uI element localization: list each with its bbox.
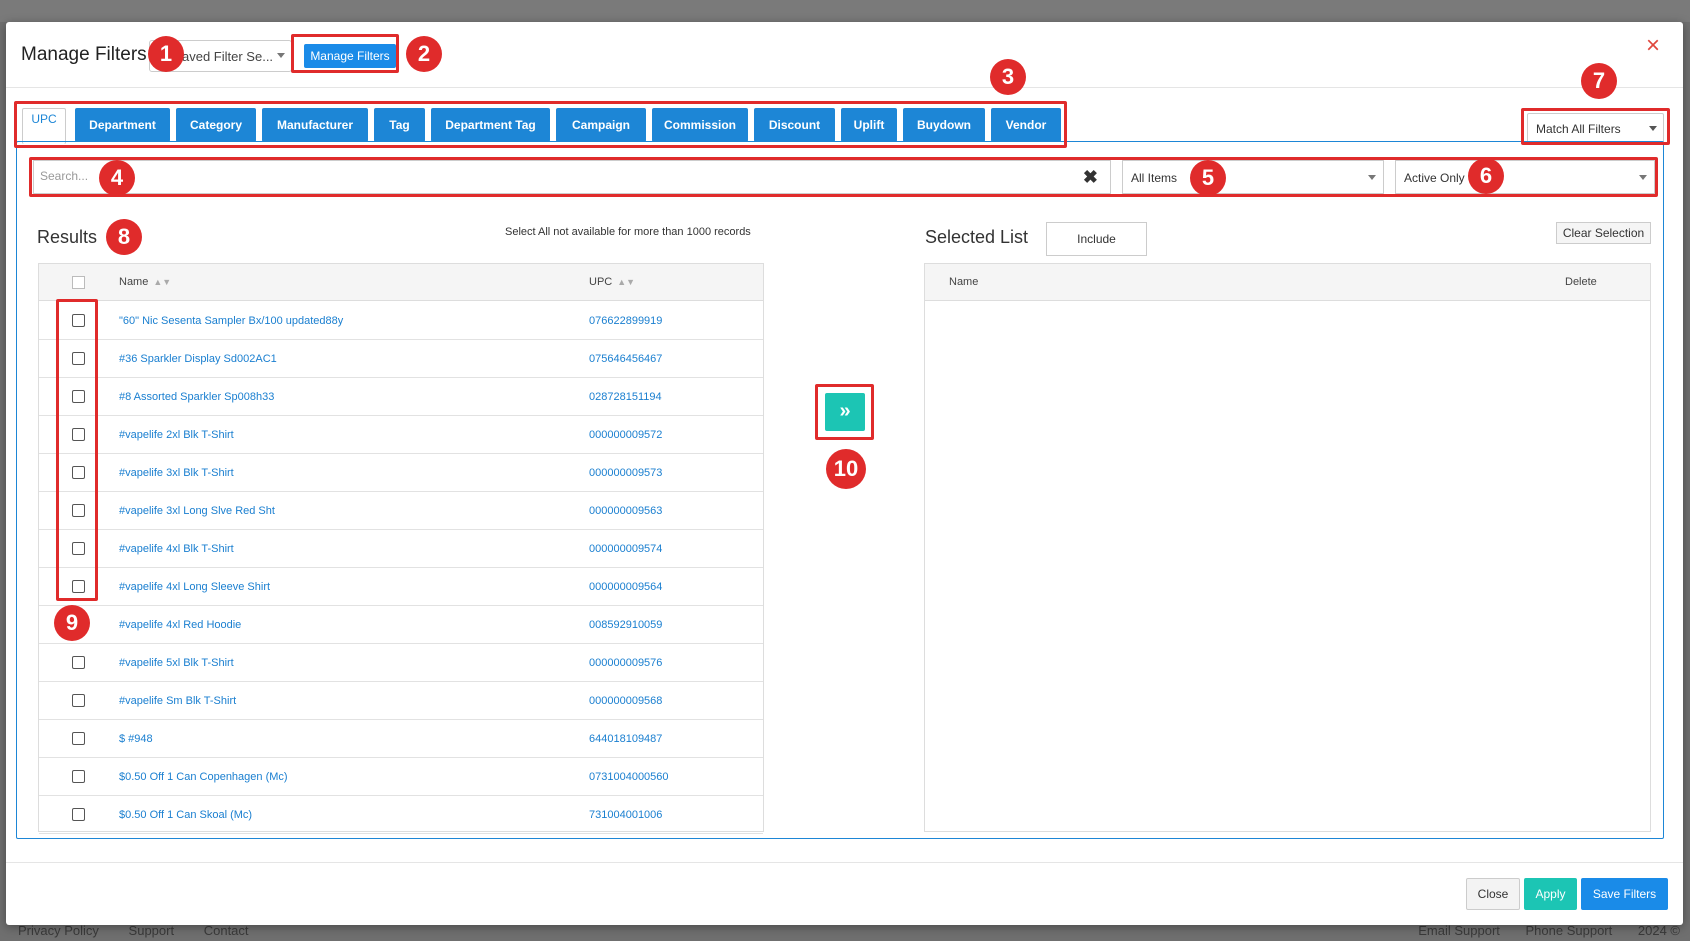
modal-header: Manage Filters aved Filter Se... Manage … [6,22,1683,88]
sort-icon[interactable]: ▲▼ [153,277,171,287]
column-upc-header[interactable]: UPC ▲▼ [589,276,635,288]
select-all-checkbox[interactable] [72,276,85,289]
annotation-box-2 [291,34,399,73]
row-upc-link[interactable]: 000000009573 [589,467,662,479]
apply-button[interactable]: Apply [1524,878,1577,910]
select-all-note: Select All not available for more than 1… [505,226,751,238]
column-name-header[interactable]: Name ▲▼ [119,276,171,288]
annotation-box-3 [14,101,1067,148]
column-delete-header: Delete [1565,276,1597,288]
table-row: #vapelife 5xl Blk T-Shirt 000000009576 [39,644,763,682]
table-row: $ #948 644018109487 [39,720,763,758]
annotation-box-9 [56,299,98,601]
selected-table-header: Name Delete [925,264,1650,301]
column-name-header: Name [949,276,979,288]
selected-list-title: Selected List [925,227,1029,247]
table-row: $0.50 Off 1 Can Copenhagen (Mc) 073100400… [39,758,763,796]
row-upc-link[interactable]: 000000009568 [589,695,662,707]
table-row: #8 Assorted Sparkler Sp008h33 02872815119… [39,378,763,416]
annotation-badge-2: 2 [406,36,442,72]
row-checkbox[interactable] [72,770,85,783]
table-row: #vapelife 4xl Long Sleeve Shirt 000000009… [39,568,763,606]
selected-table: Name Delete [924,263,1651,832]
annotation-box-4-6 [29,157,1658,197]
annotation-badge-10: 10 [826,449,866,489]
row-name-link[interactable]: "60" Nic Sesenta Sampler Bx/100 updated8… [119,315,343,327]
row-name-link[interactable]: #vapelife 3xl Long Slve Red Sht [119,505,275,517]
row-upc-link[interactable]: 000000009576 [589,657,662,669]
results-table-header: Name ▲▼ UPC ▲▼ [39,264,763,301]
copyright-text: 2024 © [1637,923,1680,938]
row-upc-link[interactable]: 000000009563 [589,505,662,517]
annotation-badge-8: 8 [106,219,142,255]
background-header [0,0,1690,22]
row-name-link[interactable]: #vapelife Sm Blk T-Shirt [119,695,236,707]
close-icon[interactable]: × [1646,34,1660,58]
row-upc-link[interactable]: 000000009574 [589,543,662,555]
table-row: $0.50 Off 1 Can Skoal (Mc) 731004001006 [39,796,763,834]
row-upc-link[interactable]: 028728151194 [589,391,662,403]
row-upc-link[interactable]: 731004001006 [589,809,662,821]
annotation-box-7 [1521,108,1670,145]
annotation-badge-7: 7 [1581,63,1617,99]
sort-icon[interactable]: ▲▼ [617,277,635,287]
table-row: #vapelife 2xl Blk T-Shirt 000000009572 [39,416,763,454]
row-upc-link[interactable]: 644018109487 [589,733,662,745]
support-link[interactable]: Support [129,923,175,938]
modal-title: Manage Filters [21,44,147,65]
row-name-link[interactable]: $ #948 [119,733,153,745]
table-row: #vapelife Sm Blk T-Shirt 000000009568 [39,682,763,720]
table-row: #vapelife 3xl Blk T-Shirt 000000009573 [39,454,763,492]
annotation-badge-6: 6 [1468,158,1504,194]
row-name-link[interactable]: #vapelife 2xl Blk T-Shirt [119,429,234,441]
table-row: #vapelife 4xl Blk T-Shirt 000000009574 [39,530,763,568]
row-name-link[interactable]: $0.50 Off 1 Can Copenhagen (Mc) [119,771,288,783]
annotation-badge-4: 4 [99,160,135,196]
row-name-link[interactable]: $0.50 Off 1 Can Skoal (Mc) [119,809,252,821]
row-checkbox[interactable] [72,732,85,745]
row-upc-link[interactable]: 076622899919 [589,315,662,327]
results-title: Results [37,227,98,247]
row-upc-link[interactable]: 000000009564 [589,581,662,593]
row-name-link[interactable]: #vapelife 3xl Blk T-Shirt [119,467,234,479]
row-upc-link[interactable]: 008592910059 [589,619,662,631]
close-button[interactable]: Close [1466,878,1520,910]
phone-support-link[interactable]: Phone Support [1526,923,1613,938]
annotation-box-10 [815,384,874,440]
table-row: #vapelife 4xl Red Hoodie 008592910059 [39,606,763,644]
clear-selection-button[interactable]: Clear Selection [1556,222,1651,244]
privacy-policy-link[interactable]: Privacy Policy [18,923,99,938]
table-row: #vapelife 3xl Long Slve Red Sht 000000009… [39,492,763,530]
email-support-link[interactable]: Email Support [1418,923,1500,938]
row-checkbox[interactable] [72,656,85,669]
annotation-badge-9: 9 [54,605,90,641]
save-filters-button[interactable]: Save Filters [1581,878,1668,910]
annotation-badge-5: 5 [1190,160,1226,196]
row-name-link[interactable]: #36 Sparkler Display Sd002AC1 [119,353,277,365]
contact-link[interactable]: Contact [204,923,249,938]
row-name-link[interactable]: #vapelife 4xl Long Sleeve Shirt [119,581,270,593]
row-checkbox[interactable] [72,694,85,707]
results-table: Name ▲▼ UPC ▲▼ "60" Nic Sesenta Sampler Bx… [38,263,764,834]
row-upc-link[interactable]: 0731004000560 [589,771,669,783]
chevron-down-icon [277,53,285,58]
row-name-link[interactable]: #vapelife 5xl Blk T-Shirt [119,657,234,669]
table-row: "60" Nic Sesenta Sampler Bx/100 updated8… [39,302,763,340]
include-toggle-button[interactable]: Include [1046,222,1147,256]
row-name-link[interactable]: #vapelife 4xl Blk T-Shirt [119,543,234,555]
row-name-link[interactable]: #8 Assorted Sparkler Sp008h33 [119,391,274,403]
row-name-link[interactable]: #vapelife 4xl Red Hoodie [119,619,241,631]
table-row: #36 Sparkler Display Sd002AC1 07564645646… [39,340,763,378]
annotation-badge-3: 3 [990,59,1026,95]
annotation-badge-1: 1 [148,36,184,72]
saved-filter-value: aved Filter Se... [182,49,274,64]
row-upc-link[interactable]: 075646456467 [589,353,662,365]
row-checkbox[interactable] [72,808,85,821]
row-upc-link[interactable]: 000000009572 [589,429,662,441]
modal-footer-divider [6,862,1683,863]
